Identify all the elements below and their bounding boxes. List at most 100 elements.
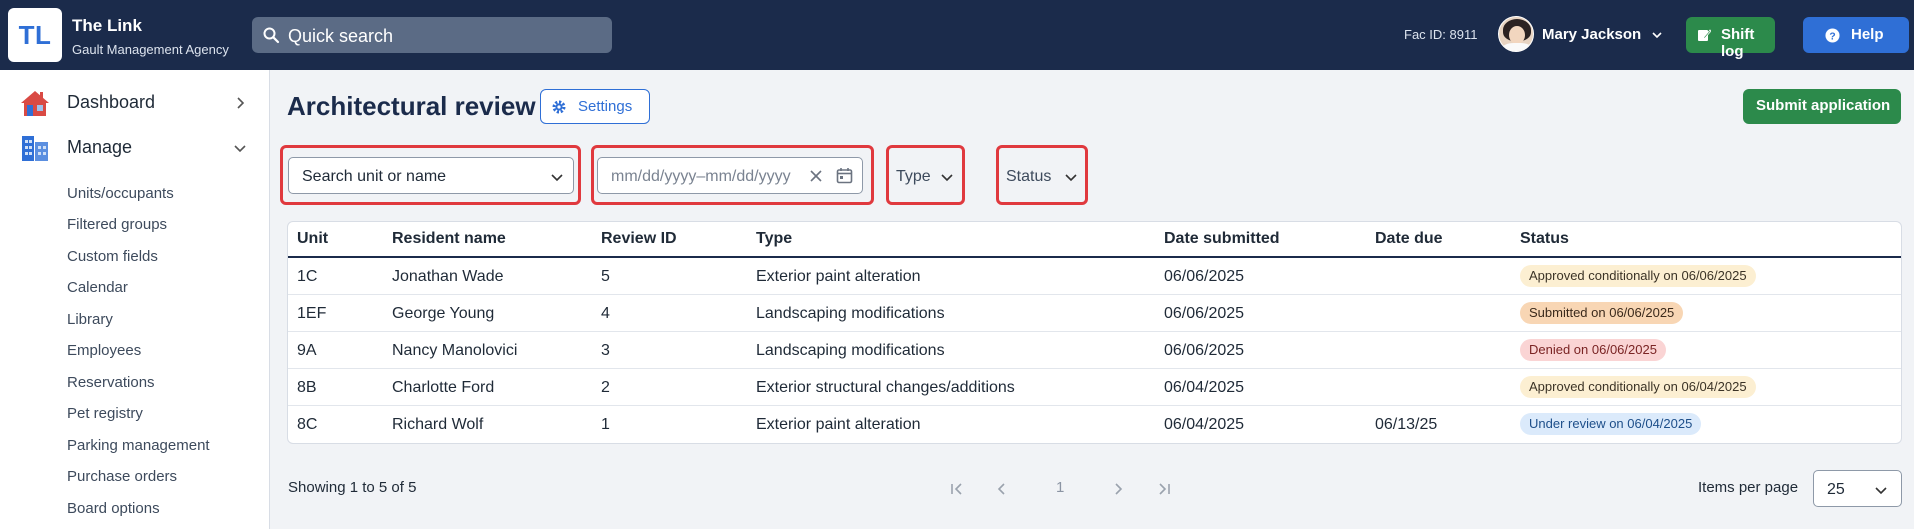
table-row[interactable]: 1EF George Young 4 Landscaping modificat… [288, 295, 1901, 332]
cell-date-due: 06/13/25 [1375, 416, 1438, 433]
column-header-review-id[interactable]: Review ID [601, 230, 677, 248]
sidebar-item-custom-fields[interactable]: Custom fields [67, 248, 158, 265]
user-name[interactable]: Mary Jackson [1542, 26, 1641, 43]
submit-application-button[interactable]: Submit application [1743, 89, 1901, 124]
sidebar-item-library[interactable]: Library [67, 311, 113, 328]
cell-resident-name: Jonathan Wade [392, 268, 504, 285]
chevron-down-icon [941, 174, 953, 182]
type-filter-label: Type [896, 168, 931, 185]
items-per-page-select[interactable]: 25 [1813, 470, 1902, 507]
chevron-down-icon[interactable] [1651, 29, 1663, 41]
cell-unit: 9A [297, 342, 317, 359]
cell-date-submitted: 06/04/2025 [1164, 379, 1245, 396]
sidebar-item-label: Dashboard [67, 92, 156, 112]
items-per-page-label: Items per page [1698, 479, 1799, 496]
status-badge: Approved conditionally on 06/04/2025 [1520, 376, 1756, 398]
status-badge: Under review on 06/04/2025 [1520, 413, 1702, 435]
chevron-down-icon [234, 145, 246, 153]
column-header-status[interactable]: Status [1520, 230, 1569, 248]
chevron-down-icon [1065, 174, 1077, 182]
first-page-icon[interactable] [948, 480, 966, 498]
cell-review-id: 5 [601, 268, 610, 285]
table-row[interactable]: 8B Charlotte Ford 2 Exterior structural … [288, 369, 1901, 406]
house-icon [21, 91, 49, 116]
top-bar: TL The Link Gault Management Agency Quic… [0, 0, 1914, 70]
cell-review-id: 4 [601, 305, 610, 322]
next-page-icon[interactable] [1109, 480, 1127, 498]
sidebar-item-parking-management[interactable]: Parking management [67, 437, 210, 454]
shift-log-label: Shift log [1721, 26, 1755, 60]
help-label: Help [1851, 26, 1884, 43]
cell-date-submitted: 06/06/2025 [1164, 342, 1245, 359]
cell-unit: 8B [297, 379, 317, 396]
cell-type: Exterior paint alteration [756, 268, 921, 285]
sidebar-item-employees[interactable]: Employees [67, 342, 141, 359]
column-header-date-due[interactable]: Date due [1375, 230, 1443, 248]
app-title: The Link [72, 16, 142, 35]
unit-search-select[interactable]: Search unit or name [288, 157, 574, 194]
sidebar-item-label: Manage [67, 137, 133, 157]
calendar-icon[interactable] [836, 167, 853, 184]
status-badge: Denied on 06/06/2025 [1520, 339, 1666, 361]
date-range-placeholder: mm/dd/yyyy–mm/dd/yyyy [611, 168, 791, 185]
submit-application-label: Submit application [1756, 97, 1891, 114]
column-header-type[interactable]: Type [756, 230, 792, 248]
cell-resident-name: Nancy Manolovici [392, 342, 518, 359]
status-badge: Submitted on 06/06/2025 [1520, 302, 1684, 324]
column-header-date-submitted[interactable]: Date submitted [1164, 230, 1280, 248]
gear-icon [552, 100, 566, 114]
cell-review-id: 2 [601, 379, 610, 396]
table-row[interactable]: 1C Jonathan Wade 5 Exterior paint altera… [288, 258, 1901, 295]
settings-button[interactable]: Settings [540, 89, 650, 124]
cell-review-id: 3 [601, 342, 610, 359]
cell-resident-name: Richard Wolf [392, 416, 484, 433]
sidebar-item-reservations[interactable]: Reservations [67, 374, 155, 391]
chevron-right-icon [237, 97, 245, 109]
cell-unit: 1EF [297, 305, 327, 322]
sidebar-item-dashboard[interactable]: Dashboard [0, 82, 270, 122]
sidebar-item-purchase-orders[interactable]: Purchase orders [67, 468, 177, 485]
status-badge: Approved conditionally on 06/06/2025 [1520, 265, 1756, 287]
sidebar-item-manage[interactable]: Manage [0, 127, 270, 167]
sidebar-item-units-occupants[interactable]: Units/occupants [67, 185, 174, 202]
building-icon [22, 136, 48, 161]
quick-search-label: Quick search [288, 26, 394, 46]
clear-icon[interactable] [809, 169, 823, 183]
sidebar-item-pet-registry[interactable]: Pet registry [67, 405, 143, 422]
table-row[interactable]: 8C Richard Wolf 1 Exterior paint alterat… [288, 406, 1901, 443]
current-page[interactable]: 1 [1056, 479, 1064, 496]
column-header-resident-name[interactable]: Resident name [392, 230, 506, 248]
cell-unit: 8C [297, 416, 318, 433]
reviews-table: Unit Resident name Review ID Type Date s… [287, 221, 1902, 444]
user-avatar[interactable] [1498, 16, 1534, 52]
previous-page-icon[interactable] [993, 480, 1011, 498]
table-row[interactable]: 9A Nancy Manolovici 3 Landscaping modifi… [288, 332, 1901, 369]
chevron-down-icon [1875, 487, 1887, 495]
cell-type: Landscaping modifications [756, 305, 945, 322]
help-button[interactable]: ? Help [1803, 17, 1909, 53]
status-filter-dropdown[interactable]: Status [1003, 157, 1082, 194]
cell-date-submitted: 06/04/2025 [1164, 416, 1245, 433]
cell-review-id: 1 [601, 416, 610, 433]
unit-search-placeholder: Search unit or name [302, 168, 447, 185]
column-header-unit[interactable]: Unit [297, 230, 328, 248]
sidebar-item-board-options[interactable]: Board options [67, 500, 160, 517]
type-filter-dropdown[interactable]: Type [893, 157, 959, 194]
sidebar-item-filtered-groups[interactable]: Filtered groups [67, 216, 167, 233]
items-per-page-value: 25 [1827, 481, 1845, 498]
cell-type: Exterior structural changes/additions [756, 379, 1015, 396]
cell-date-submitted: 06/06/2025 [1164, 268, 1245, 285]
sidebar-item-calendar[interactable]: Calendar [67, 279, 128, 296]
cell-unit: 1C [297, 268, 318, 285]
quick-search-input[interactable]: Quick search [252, 17, 612, 53]
app-logo[interactable]: TL [8, 8, 62, 62]
cell-resident-name: George Young [392, 305, 495, 322]
chevron-down-icon [551, 174, 563, 182]
last-page-icon[interactable] [1155, 480, 1173, 498]
results-count: Showing 1 to 5 of 5 [288, 479, 417, 496]
date-range-field[interactable]: mm/dd/yyyy–mm/dd/yyyy [597, 157, 863, 194]
svg-text:?: ? [1829, 31, 1835, 42]
logo-text: TL [18, 19, 52, 50]
shift-log-button[interactable]: Shift log [1686, 17, 1775, 60]
app-subtitle: Gault Management Agency [72, 42, 229, 57]
